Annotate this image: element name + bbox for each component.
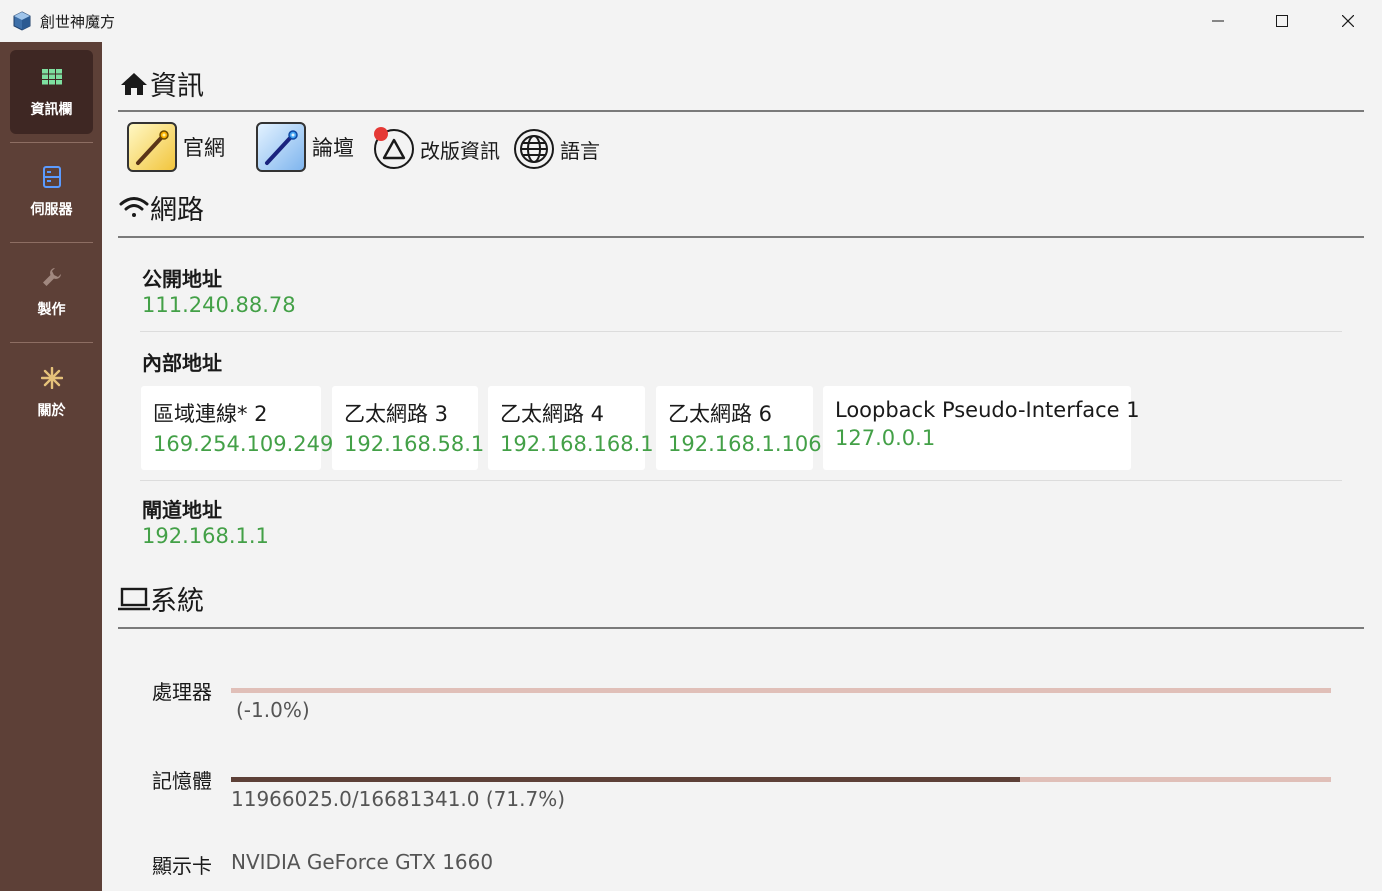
public-address-label: 公開地址: [142, 267, 222, 291]
interface-name: 乙太網路 4: [500, 402, 605, 426]
section-divider: [118, 110, 1364, 112]
section-divider: [118, 627, 1364, 629]
close-icon: [1342, 15, 1354, 27]
sidebar-item-label: 伺服器: [30, 202, 73, 218]
home-icon: [118, 68, 150, 100]
staff-icon: [256, 122, 306, 172]
cpu-usage-text: (-1.0%): [236, 698, 310, 722]
snowflake-icon: [40, 366, 64, 390]
sidebar-item-label: 資訊欄: [30, 102, 73, 118]
gateway-address-value: 192.168.1.1: [142, 524, 269, 548]
sidebar-item-label: 製作: [37, 302, 66, 318]
sidebar: 資訊欄 伺服器 製作 關於: [0, 42, 102, 891]
cpu-progress-bar: [231, 688, 1331, 693]
interface-ip: 169.254.109.249: [153, 432, 334, 456]
title-bar: 創世神魔方: [0, 0, 1382, 42]
divider: [140, 480, 1342, 481]
sidebar-item-craft[interactable]: 製作: [10, 250, 93, 334]
memory-label: 記憶體: [152, 769, 212, 793]
notification-dot: [374, 127, 388, 141]
official-site-link[interactable]: 官網: [127, 122, 225, 172]
interface-card: 乙太網路 4 192.168.168.1: [488, 386, 654, 470]
sidebar-item-label: 關於: [37, 403, 66, 419]
interface-ip: 127.0.0.1: [835, 426, 936, 450]
interface-card: 乙太網路 3 192.168.58.1: [332, 386, 485, 470]
maximize-icon: [1276, 15, 1288, 27]
sidebar-item-server[interactable]: 伺服器: [10, 150, 93, 234]
memory-progress-bar: [231, 777, 1331, 782]
window-title: 創世神魔方: [40, 13, 116, 31]
section-title-text: 網路: [150, 195, 204, 226]
info-section-title: 資訊: [118, 64, 204, 103]
interface-card: 乙太網路 6 192.168.1.106: [656, 386, 822, 470]
gateway-address-label: 閘道地址: [142, 498, 222, 522]
divider: [140, 331, 1342, 332]
triangle-icon: [374, 127, 414, 169]
link-label: 改版資訊: [420, 138, 500, 163]
sidebar-divider: [10, 242, 93, 243]
language-link[interactable]: 語言: [514, 129, 600, 169]
section-divider: [118, 236, 1364, 238]
wrench-icon: [40, 265, 64, 289]
interface-ip: 192.168.1.106: [668, 432, 822, 456]
grid-icon: [40, 65, 64, 89]
gpu-value: NVIDIA GeForce GTX 1660: [231, 850, 494, 874]
interface-card: Loopback Pseudo-Interface 1 127.0.0.1: [823, 386, 1140, 470]
minimize-button[interactable]: [1185, 0, 1251, 42]
memory-usage-text: 11966025.0/16681341.0 (71.7%): [231, 787, 565, 811]
laptop-icon: [118, 583, 150, 615]
changelog-link[interactable]: 改版資訊: [374, 127, 500, 169]
link-label: 論壇: [312, 136, 354, 160]
section-title-text: 資訊: [150, 71, 204, 102]
close-button[interactable]: [1315, 0, 1381, 42]
cpu-label: 處理器: [152, 680, 212, 704]
interface-name: 乙太網路 6: [668, 402, 773, 426]
interface-name: Loopback Pseudo-Interface 1: [835, 398, 1140, 422]
forum-link[interactable]: 論壇: [256, 122, 354, 172]
sidebar-divider: [10, 142, 93, 143]
maximize-button[interactable]: [1249, 0, 1315, 42]
main-content: 資訊 官網 論壇 改版資訊 語言 網路 公開地址 111.240.88.78 內…: [102, 42, 1382, 891]
server-icon: [40, 165, 64, 189]
sidebar-item-info[interactable]: 資訊欄: [10, 50, 93, 134]
memory-progress-fill: [231, 777, 1020, 782]
interface-card: 區域連線* 2 169.254.109.249: [141, 386, 334, 470]
section-title-text: 系統: [150, 586, 204, 617]
link-label: 語言: [560, 138, 600, 163]
public-address-value: 111.240.88.78: [142, 293, 296, 317]
gpu-label: 顯示卡: [152, 854, 212, 878]
internal-address-label: 內部地址: [142, 351, 222, 375]
link-label: 官網: [183, 136, 225, 160]
globe-icon: [514, 129, 554, 169]
sidebar-divider: [10, 342, 93, 343]
app-cube-icon: [12, 11, 32, 31]
network-section-title: 網路: [118, 188, 204, 227]
system-section-title: 系統: [118, 579, 204, 618]
interface-ip: 192.168.168.1: [500, 432, 654, 456]
sidebar-item-about[interactable]: 關於: [10, 351, 93, 435]
wifi-icon: [118, 192, 150, 224]
staff-icon: [127, 122, 177, 172]
interface-ip: 192.168.58.1: [344, 432, 485, 456]
interface-name: 區域連線* 2: [153, 402, 268, 426]
interface-name: 乙太網路 3: [344, 402, 449, 426]
minimize-icon: [1212, 20, 1224, 22]
